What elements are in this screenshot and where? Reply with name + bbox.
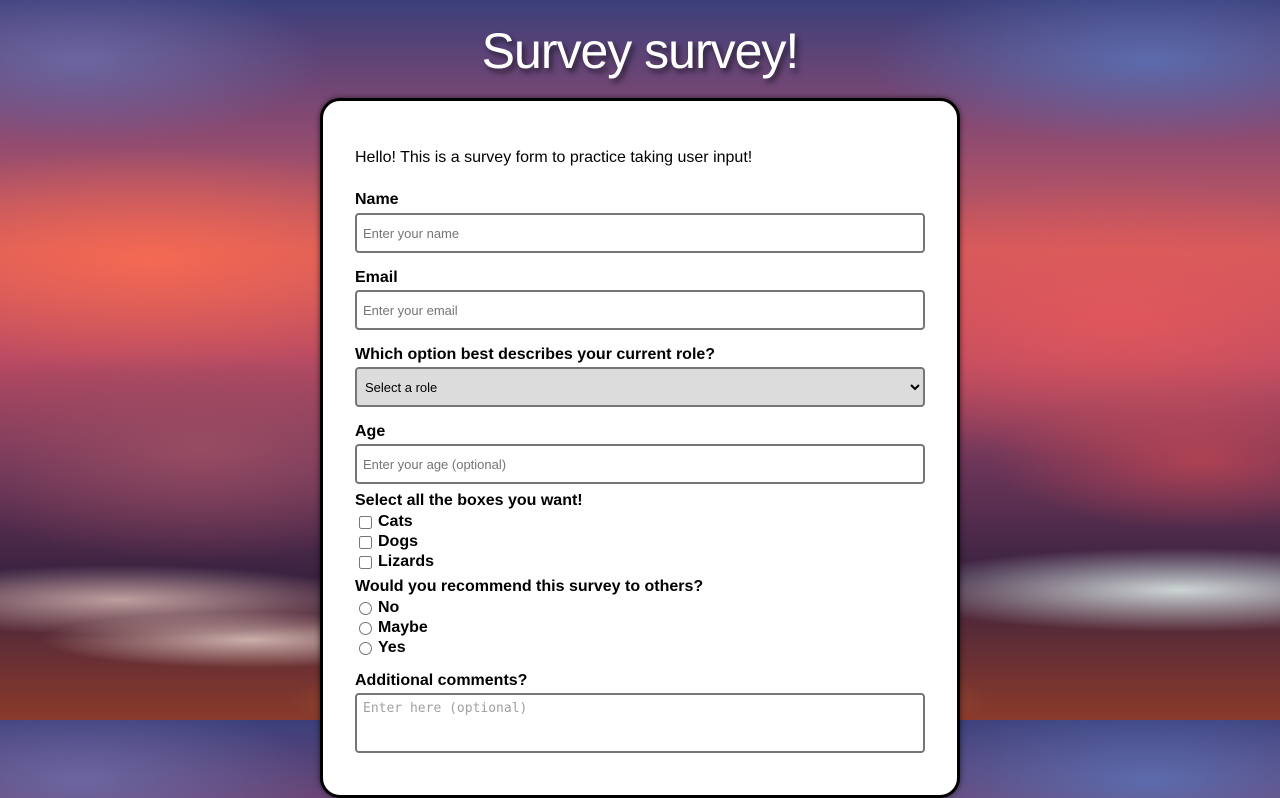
no-radio[interactable] bbox=[359, 601, 372, 615]
radio-option-no[interactable]: No bbox=[357, 598, 399, 618]
radio-label: Maybe bbox=[378, 619, 428, 636]
checkbox-label: Dogs bbox=[378, 533, 418, 550]
age-label: Age bbox=[355, 423, 386, 440]
age-input[interactable] bbox=[355, 444, 925, 484]
name-input[interactable] bbox=[355, 213, 925, 253]
checkbox-label: Cats bbox=[378, 513, 413, 530]
dogs-checkbox[interactable] bbox=[359, 535, 372, 549]
radio-label: Yes bbox=[378, 639, 406, 656]
radio-option-yes[interactable]: Yes bbox=[357, 638, 406, 658]
radio-label: No bbox=[378, 599, 400, 616]
email-input[interactable] bbox=[355, 290, 925, 330]
checkbox-label: Lizards bbox=[378, 553, 435, 570]
lizards-checkbox[interactable] bbox=[359, 555, 372, 569]
comments-textarea[interactable] bbox=[355, 693, 925, 753]
email-label: Email bbox=[355, 269, 398, 286]
page-title: Survey survey! bbox=[481, 23, 800, 79]
checkbox-group-label: Select all the boxes you want! bbox=[355, 492, 583, 509]
radio-option-maybe[interactable]: Maybe bbox=[357, 618, 428, 638]
comments-label: Additional comments? bbox=[355, 672, 528, 689]
recommend-group-label: Would you recommend this survey to other… bbox=[355, 578, 704, 595]
checkbox-option-dogs[interactable]: Dogs bbox=[357, 532, 418, 552]
checkbox-option-lizards[interactable]: Lizards bbox=[357, 552, 434, 572]
checkbox-option-cats[interactable]: Cats bbox=[357, 512, 413, 532]
role-label: Which option best describes your current… bbox=[355, 346, 716, 363]
intro-text: Hello! This is a survey form to practice… bbox=[355, 149, 753, 166]
yes-radio[interactable] bbox=[359, 641, 372, 655]
survey-form-card: Hello! This is a survey form to practice… bbox=[320, 98, 960, 798]
name-label: Name bbox=[355, 191, 399, 208]
maybe-radio[interactable] bbox=[359, 621, 372, 635]
cats-checkbox[interactable] bbox=[359, 515, 372, 529]
role-select[interactable]: Select a role bbox=[355, 367, 925, 407]
